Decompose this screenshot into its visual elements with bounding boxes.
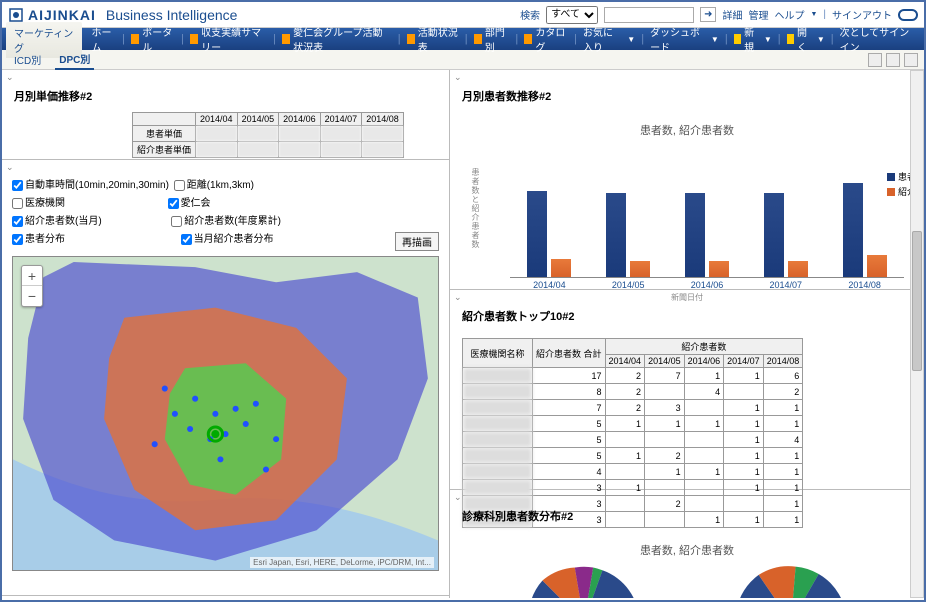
chk-distance[interactable]: 距離(1km,3km) — [174, 178, 254, 193]
search-label: 検索 — [520, 7, 540, 22]
panel-collapse-icon[interactable]: ⌄ — [6, 72, 14, 83]
nav-item-5[interactable]: 部門別 — [468, 24, 516, 54]
panel-price-trend: ⌄ 月別単価推移#2 2014/042014/052014/062014/072… — [2, 70, 449, 160]
tab-tool-1[interactable] — [868, 53, 882, 67]
map-svg — [13, 257, 438, 571]
nav-item-1[interactable]: ポータル — [125, 24, 181, 54]
chk-referral-dist[interactable]: 当月紹介患者分布 — [181, 232, 274, 247]
nav-item-3[interactable]: 愛仁会グループ活動状況表 — [276, 24, 398, 54]
oracle-icon — [898, 9, 918, 21]
right-column: ⌄ 月別患者数推移#2 患者数, 紹介患者数 患者数と紹介患者数 2014/04… — [450, 70, 924, 598]
panel-collapse-icon[interactable]: ⌄ — [454, 492, 462, 503]
nav-item-8[interactable]: ダッシュボード▼ — [644, 24, 725, 54]
map-controls: 自動車時間(10min,20min,30min) 距離(1km,3km) 医療機… — [2, 160, 449, 256]
scrollbar-thumb[interactable] — [912, 231, 922, 371]
panel-collapse-icon[interactable]: ⌄ — [454, 72, 462, 83]
pie-1 — [519, 562, 649, 598]
scrollbar[interactable] — [910, 70, 924, 598]
chk-patient-dist[interactable]: 患者分布 — [12, 232, 65, 247]
search-scope-select[interactable]: すべて — [546, 6, 598, 24]
nav-item-7[interactable]: お気に入り▼ — [577, 24, 641, 54]
panel-dept-pie: ⌄ 診療科別患者数分布#2 患者数, 紹介患者数 — [450, 490, 924, 598]
redraw-button[interactable]: 再描画 — [395, 232, 439, 251]
panel-title: 月別単価推移#2 — [2, 70, 449, 112]
pie-charts — [450, 558, 924, 598]
panel-map: ⌄ 自動車時間(10min,20min,30min) 距離(1km,3km) 医… — [2, 160, 449, 596]
pie-2 — [726, 562, 856, 598]
link-detail[interactable]: 詳細 — [722, 7, 742, 22]
nav-item-10[interactable]: 開く▼ — [781, 24, 831, 54]
logo: AIJINKAI — [8, 7, 96, 23]
logo-icon — [8, 7, 24, 23]
price-table: 2014/042014/052014/062014/072014/08 患者単価… — [132, 112, 404, 158]
chk-referral-ytd[interactable]: 紹介患者数(年度累計) — [171, 214, 281, 229]
tab-tool-3[interactable] — [904, 53, 918, 67]
bar-chart: 患者数と紹介患者数 — [510, 148, 904, 278]
nav-item-2[interactable]: 収支実績サマリー — [184, 24, 273, 54]
chk-referral-month[interactable]: 紹介患者数(当月) — [12, 214, 102, 229]
content: ⌄ 月別単価推移#2 2014/042014/052014/062014/072… — [2, 70, 924, 598]
chk-drive-time[interactable]: 自動車時間(10min,20min,30min) — [12, 178, 169, 193]
brand-text: Business Intelligence — [106, 7, 238, 23]
nav-item-4[interactable]: 活動状況表 — [401, 24, 465, 54]
chart-title: 患者数, 紹介患者数 — [450, 112, 924, 138]
panel-top10: ⌄ 紹介患者数トップ10#2 医療機関名称紹介患者数 合計紹介患者数2014/0… — [450, 290, 924, 490]
navbar: マーケティング ホーム|ポータル|収支実績サマリー|愛仁会グループ活動状況表|活… — [2, 28, 924, 50]
nav-item-11[interactable]: 次としてサインイン — [834, 24, 920, 54]
y-axis-label: 患者数と紹介患者数 — [470, 168, 481, 249]
search-input[interactable] — [604, 7, 694, 23]
panel-title: 月別患者数推移#2 — [450, 70, 924, 112]
top-right: 検索 すべて ➜ 詳細 管理 ヘルプ▼ | サインアウト — [520, 6, 918, 24]
x-axis-labels: 2014/042014/052014/062014/072014/08 — [510, 280, 904, 290]
link-admin[interactable]: 管理 — [748, 7, 768, 22]
map-zoom: + − — [21, 265, 43, 307]
nav-item-9[interactable]: 新規▼ — [728, 24, 778, 54]
panel-collapse-icon[interactable]: ⌄ — [454, 292, 462, 303]
zoom-in-button[interactable]: + — [22, 266, 42, 286]
zoom-out-button[interactable]: − — [22, 286, 42, 306]
map-canvas[interactable]: + − Esri Japan, Esri, HERE, DeLorme, iPC… — [12, 256, 439, 571]
panel-title: 紹介患者数トップ10#2 — [450, 290, 924, 332]
panel-patient-chart: ⌄ 月別患者数推移#2 患者数, 紹介患者数 患者数と紹介患者数 2014/04… — [450, 70, 924, 290]
panel-title: 診療科別患者数分布#2 — [450, 490, 924, 532]
tab-dpc[interactable]: DPC別 — [55, 49, 94, 70]
chk-hospitals[interactable]: 医療機関 — [12, 196, 65, 211]
map-attribution: Esri Japan, Esri, HERE, DeLorme, iPC/DRM… — [250, 557, 434, 568]
panel-collapse-icon[interactable]: ⌄ — [6, 162, 14, 173]
link-help[interactable]: ヘルプ — [774, 7, 804, 22]
tab-tool-2[interactable] — [886, 53, 900, 67]
search-go-icon[interactable]: ➜ — [700, 7, 716, 22]
link-signout[interactable]: サインアウト — [832, 7, 892, 22]
nav-item-6[interactable]: カタログ — [518, 24, 574, 54]
tab-icd[interactable]: ICD別 — [10, 50, 45, 69]
left-column: ⌄ 月別単価推移#2 2014/042014/052014/062014/072… — [2, 70, 450, 598]
chk-aijinkai[interactable]: 愛仁会 — [168, 196, 211, 211]
pie-title: 患者数, 紹介患者数 — [450, 532, 924, 558]
